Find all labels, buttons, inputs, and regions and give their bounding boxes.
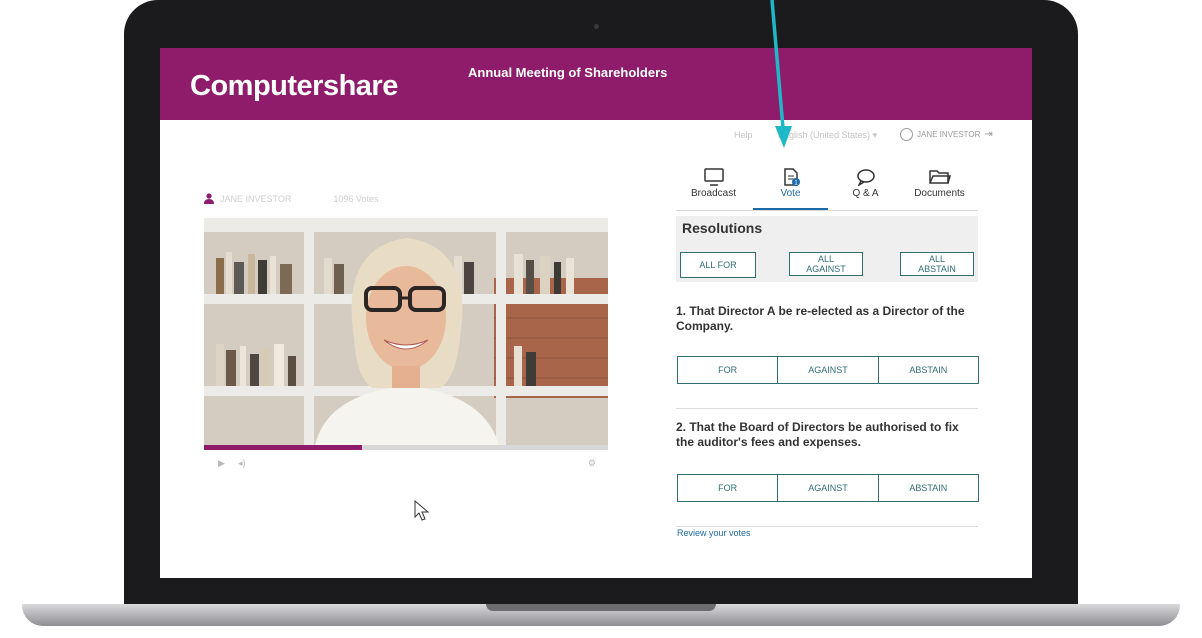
review-votes-link[interactable]: Review your votes: [677, 528, 751, 538]
resolution-1-text: 1. That Director A be re-elected as a Di…: [676, 304, 965, 333]
gear-icon[interactable]: ⚙: [588, 458, 596, 469]
document-icon: 1: [783, 168, 800, 186]
broadcast-video[interactable]: [204, 218, 608, 450]
mouse-pointer-icon: [414, 500, 430, 521]
tab-broadcast-label: Broadcast: [690, 188, 737, 199]
help-link[interactable]: Help: [734, 130, 753, 140]
logout-icon[interactable]: ⇥: [984, 129, 992, 140]
resolution-1-abstain-button[interactable]: ABSTAIN: [879, 357, 978, 383]
all-abstain-button[interactable]: ALL ABSTAIN: [900, 252, 974, 276]
divider: [676, 408, 978, 409]
resolution-1-against-button[interactable]: AGAINST: [778, 357, 879, 383]
user-avatar-icon: [900, 128, 913, 141]
brand-logo: Computershare: [190, 70, 398, 102]
webcam-dot: [594, 24, 599, 29]
resolutions-title: Resolutions: [682, 220, 763, 236]
tab-qa-label: Q & A: [852, 188, 879, 199]
laptop-notch: [486, 604, 716, 611]
viewer-vote-count: 1096 Votes: [333, 193, 379, 204]
resolution-1-for-button[interactable]: FOR: [678, 357, 779, 383]
chevron-down-icon: ▾: [872, 130, 878, 140]
viewer-name: JANE INVESTOR: [220, 193, 292, 204]
user-name: JANE INVESTOR: [917, 130, 981, 139]
person-icon: [204, 193, 214, 204]
panel-tabs: Broadcast 1 Vote Q & A Documents: [676, 162, 978, 211]
tab-broadcast[interactable]: Broadcast: [676, 162, 751, 210]
video-frame-image: [204, 218, 608, 450]
resolution-2-text: 2. That the Board of Directors be author…: [676, 420, 959, 449]
resolution-2-for-button[interactable]: FOR: [678, 475, 779, 501]
tab-vote[interactable]: 1 Vote: [753, 162, 828, 210]
video-progress-bar[interactable]: [204, 445, 608, 450]
resolutions-header: Resolutions ALL FOR ALL AGAINST ALL ABST…: [676, 216, 978, 282]
resolution-2-vote-group: FOR AGAINST ABSTAIN: [677, 474, 979, 502]
tab-documents-label: Documents: [914, 188, 965, 199]
app-header: Computershare Annual Meeting of Sharehol…: [160, 48, 1032, 120]
tab-qa[interactable]: Q & A: [828, 162, 903, 210]
all-for-button[interactable]: ALL FOR: [680, 252, 756, 278]
video-progress-fill: [204, 445, 362, 450]
folder-icon: [928, 170, 951, 184]
user-menu[interactable]: JANE INVESTOR ⇥: [900, 128, 993, 141]
speech-bubble-icon: [856, 169, 875, 186]
play-icon[interactable]: ▶: [218, 458, 225, 469]
tab-vote-label: Vote: [780, 188, 801, 199]
language-select-label: English (United States): [778, 130, 871, 140]
meeting-title: Annual Meeting of Shareholders: [468, 65, 668, 80]
tab-documents[interactable]: Documents: [902, 162, 977, 210]
monitor-icon: [703, 168, 724, 186]
app-screen: Computershare Annual Meeting of Sharehol…: [160, 48, 1032, 578]
divider: [676, 526, 978, 527]
language-select[interactable]: English (United States) ▾: [778, 130, 877, 141]
viewer-info: JANE INVESTOR 1096 Votes: [204, 193, 378, 204]
resolution-1-vote-group: FOR AGAINST ABSTAIN: [677, 356, 979, 384]
video-controls: ▶ ◂) ⚙: [204, 458, 608, 472]
top-utility-bar: Help English (United States) ▾ JANE INVE…: [160, 120, 1032, 160]
resolution-2-abstain-button[interactable]: ABSTAIN: [879, 475, 978, 501]
volume-icon[interactable]: ◂): [238, 458, 246, 469]
all-against-button[interactable]: ALL AGAINST: [789, 252, 863, 276]
resolution-2-against-button[interactable]: AGAINST: [778, 475, 879, 501]
